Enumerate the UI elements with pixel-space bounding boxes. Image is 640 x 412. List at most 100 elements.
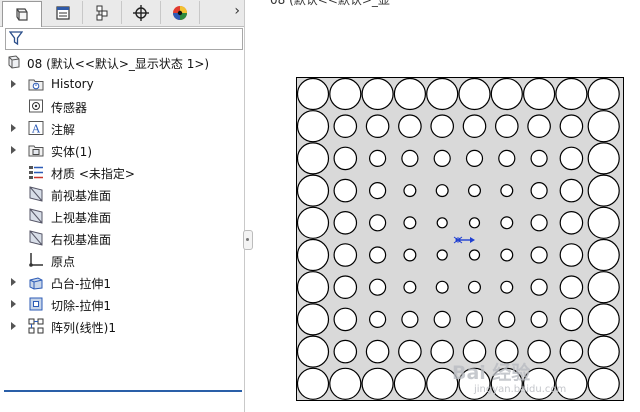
hole[interactable] — [430, 339, 454, 364]
hole[interactable] — [559, 307, 584, 332]
hole[interactable] — [433, 149, 451, 168]
tree-item-annotations[interactable]: A 注解 — [0, 118, 244, 138]
hole[interactable] — [393, 367, 427, 400]
hole[interactable] — [468, 184, 482, 198]
tree-item-cut-extrude[interactable]: 切除-拉伸1 — [0, 294, 244, 314]
hole[interactable] — [296, 142, 330, 175]
hole[interactable] — [468, 217, 481, 229]
hole[interactable] — [368, 278, 387, 296]
hole[interactable] — [333, 114, 358, 138]
hole[interactable] — [465, 310, 484, 328]
hole[interactable] — [500, 248, 514, 262]
tab-dimxpert-manager[interactable] — [122, 1, 161, 24]
hole[interactable] — [527, 339, 551, 364]
hole[interactable] — [559, 178, 584, 203]
hole[interactable] — [500, 184, 514, 198]
hole[interactable] — [587, 335, 620, 368]
hole[interactable] — [587, 271, 620, 304]
hole[interactable] — [587, 174, 620, 207]
hole[interactable] — [559, 275, 584, 299]
hole[interactable] — [559, 243, 584, 267]
hole[interactable] — [490, 77, 523, 111]
hole[interactable] — [403, 248, 417, 262]
hole[interactable] — [398, 114, 422, 138]
hole[interactable] — [403, 184, 417, 198]
hole[interactable] — [587, 77, 620, 111]
hole[interactable] — [296, 238, 330, 272]
hole[interactable] — [365, 114, 390, 138]
hole[interactable] — [587, 142, 620, 175]
chevron-right-icon[interactable]: › — [234, 3, 240, 19]
expand-arrow-icon[interactable] — [11, 278, 16, 286]
hole[interactable] — [530, 181, 548, 200]
hole[interactable] — [468, 249, 481, 261]
hole[interactable] — [401, 310, 419, 328]
tab-property-manager[interactable] — [44, 1, 83, 24]
expand-arrow-icon[interactable] — [11, 300, 16, 308]
hole[interactable] — [530, 149, 548, 168]
tree-item-sensors[interactable]: 传感器 — [0, 96, 244, 116]
hole[interactable] — [498, 310, 516, 328]
hole[interactable] — [393, 77, 427, 111]
hole[interactable] — [296, 174, 330, 207]
hole[interactable] — [530, 214, 548, 232]
perforated-plate[interactable] — [296, 77, 624, 401]
hole[interactable] — [333, 146, 358, 171]
hole[interactable] — [368, 310, 387, 328]
hole[interactable] — [587, 238, 620, 272]
hole[interactable] — [368, 246, 387, 264]
hole[interactable] — [555, 77, 588, 111]
rollback-bar[interactable] — [4, 390, 242, 392]
hole[interactable] — [435, 184, 449, 198]
hole[interactable] — [296, 110, 330, 143]
hole[interactable] — [433, 310, 451, 328]
tree-item-right-plane[interactable]: 右视基准面 — [0, 228, 244, 248]
tree-item-boss-extrude[interactable]: 凸台-拉伸1 — [0, 272, 244, 292]
hole[interactable] — [436, 217, 448, 229]
tree-item-material[interactable]: 材质 <未指定> — [0, 162, 244, 182]
hole[interactable] — [587, 110, 620, 143]
hole[interactable] — [296, 303, 330, 336]
tab-configuration-manager[interactable] — [83, 1, 122, 24]
tree-item-front-plane[interactable]: 前视基准面 — [0, 184, 244, 204]
hole[interactable] — [430, 114, 454, 138]
hole[interactable] — [523, 77, 556, 111]
expand-arrow-icon[interactable] — [11, 322, 16, 330]
hole[interactable] — [468, 280, 482, 294]
tree-item-origin[interactable]: 原点 — [0, 250, 244, 270]
hole[interactable] — [333, 243, 358, 267]
hole[interactable] — [462, 114, 487, 138]
hole[interactable] — [368, 214, 387, 232]
hole[interactable] — [296, 206, 330, 239]
hole[interactable] — [296, 77, 330, 111]
hole[interactable] — [368, 181, 387, 200]
hole[interactable] — [587, 367, 620, 400]
graphics-area[interactable]: 08 (默认<<默认>_显 Bai 经验 jingyan.baidu.com — [252, 0, 640, 412]
tree-item-history[interactable]: History — [0, 74, 244, 94]
hole[interactable] — [559, 114, 584, 138]
hole[interactable] — [559, 211, 584, 235]
expand-arrow-icon[interactable] — [11, 80, 16, 88]
hole[interactable] — [333, 178, 358, 203]
hole[interactable] — [361, 367, 394, 400]
hole[interactable] — [500, 216, 514, 230]
hole[interactable] — [458, 77, 491, 111]
hole[interactable] — [333, 339, 358, 364]
expand-arrow-icon[interactable] — [11, 124, 16, 132]
hole[interactable] — [398, 339, 422, 364]
hole[interactable] — [333, 275, 358, 299]
hole[interactable] — [587, 303, 620, 336]
hole[interactable] — [296, 271, 330, 304]
hole[interactable] — [465, 149, 484, 168]
expand-arrow-icon[interactable] — [11, 146, 16, 154]
hole[interactable] — [333, 307, 358, 332]
hole[interactable] — [500, 280, 514, 294]
tree-root-part[interactable]: 08 (默认<<默认>_显示状态 1>) — [0, 52, 244, 72]
hole[interactable] — [403, 216, 417, 230]
hole[interactable] — [527, 114, 551, 138]
hole[interactable] — [436, 249, 448, 261]
hole[interactable] — [329, 77, 362, 111]
hole[interactable] — [361, 77, 394, 111]
hole[interactable] — [296, 335, 330, 368]
tab-feature-manager[interactable] — [2, 1, 42, 27]
